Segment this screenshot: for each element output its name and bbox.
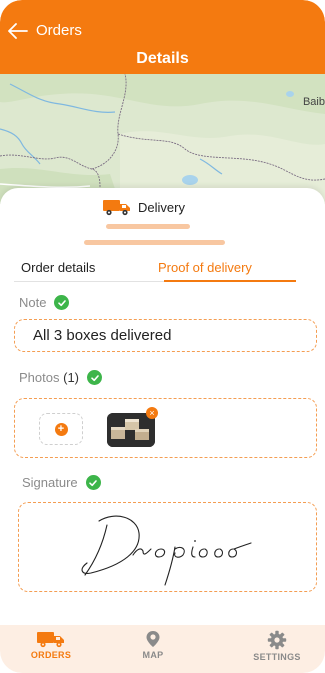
delivery-heading: Delivery bbox=[102, 198, 185, 216]
remove-photo-button[interactable]: × bbox=[146, 407, 158, 419]
nav-map[interactable]: MAP bbox=[118, 630, 188, 660]
gear-icon bbox=[267, 630, 287, 650]
truck-icon bbox=[37, 632, 64, 648]
tab-divider bbox=[14, 281, 164, 282]
back-label: Orders bbox=[36, 22, 82, 39]
arrow-left-icon bbox=[8, 22, 28, 39]
check-icon bbox=[54, 295, 70, 310]
signature-label: Signature bbox=[22, 475, 101, 490]
photos-field: + × bbox=[14, 398, 317, 458]
photos-label: Photos (1) bbox=[19, 370, 102, 385]
check-icon bbox=[85, 475, 101, 490]
bottom-nav: ORDERS MAP SETTINGS bbox=[0, 625, 325, 673]
check-icon bbox=[87, 370, 102, 385]
nav-map-label: MAP bbox=[142, 650, 164, 660]
details-sheet: Delivery Order details Proof of delivery… bbox=[0, 188, 325, 673]
add-photo-button[interactable]: + bbox=[39, 413, 83, 445]
tab-bar: Order details Proof of delivery bbox=[0, 260, 325, 282]
map-view[interactable]: Baib bbox=[0, 74, 325, 204]
active-tab-indicator bbox=[164, 280, 296, 282]
phone-screen: Orders Details Baib Delivery Order detai… bbox=[0, 0, 325, 673]
note-field[interactable]: All 3 boxes delivered bbox=[14, 319, 317, 352]
nav-settings[interactable]: SETTINGS bbox=[242, 630, 312, 662]
nav-orders[interactable]: ORDERS bbox=[16, 630, 86, 660]
nav-orders-label: ORDERS bbox=[30, 650, 72, 660]
note-label: Note bbox=[19, 295, 70, 310]
nav-settings-label: SETTINGS bbox=[253, 652, 301, 662]
map-place-label: Baib bbox=[302, 96, 325, 108]
tab-order-details[interactable]: Order details bbox=[21, 260, 95, 275]
delivery-title: Delivery bbox=[138, 199, 185, 215]
photo-thumbnail[interactable] bbox=[107, 413, 155, 447]
placeholder-bar bbox=[84, 240, 225, 245]
note-label-text: Note bbox=[19, 295, 47, 310]
truck-icon bbox=[103, 200, 130, 216]
tab-proof-of-delivery[interactable]: Proof of delivery bbox=[158, 260, 252, 275]
plus-icon: + bbox=[54, 422, 68, 436]
signature-pad[interactable] bbox=[18, 502, 317, 592]
photos-label-text: Photos bbox=[19, 370, 60, 385]
map-pin-icon bbox=[146, 631, 160, 647]
app-header: Orders Details bbox=[0, 0, 325, 74]
back-button[interactable]: Orders bbox=[8, 22, 82, 39]
page-title: Details bbox=[136, 50, 189, 67]
photos-count: (1) bbox=[63, 370, 79, 385]
signature-label-text: Signature bbox=[22, 475, 78, 490]
placeholder-bar bbox=[106, 224, 190, 229]
signature-drawing bbox=[81, 515, 252, 586]
